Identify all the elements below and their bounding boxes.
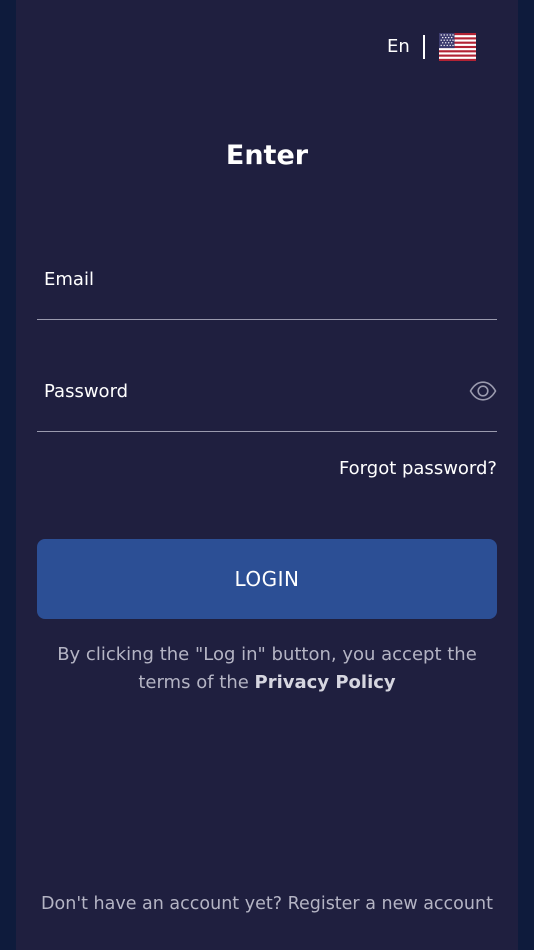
us-flag-icon[interactable] [438, 33, 476, 61]
login-button[interactable]: LOGIN [37, 539, 497, 619]
page-title: Enter [225, 140, 309, 171]
register-link[interactable]: Register a new account [288, 894, 493, 914]
eye-icon[interactable] [469, 379, 497, 403]
privacy-consent: By clicking the "Log in" button, you acc… [37, 641, 497, 697]
register-prompt-text: Don't have an account yet? [41, 894, 282, 914]
email-field-container [37, 253, 497, 320]
language-code[interactable]: En [387, 32, 410, 62]
login-panel: En Enter Email Forgot password? LOGIN By… [16, 0, 518, 950]
forgot-password-link[interactable]: Forgot password? [339, 456, 497, 482]
language-selector[interactable]: En [387, 32, 476, 62]
privacy-policy-link[interactable]: Privacy Policy [255, 672, 396, 693]
language-divider [422, 35, 425, 59]
email-field[interactable] [37, 253, 464, 305]
password-field[interactable] [37, 365, 464, 417]
register-prompt: Don't have an account yet? Register a ne… [16, 890, 518, 918]
password-field-container [37, 365, 497, 432]
